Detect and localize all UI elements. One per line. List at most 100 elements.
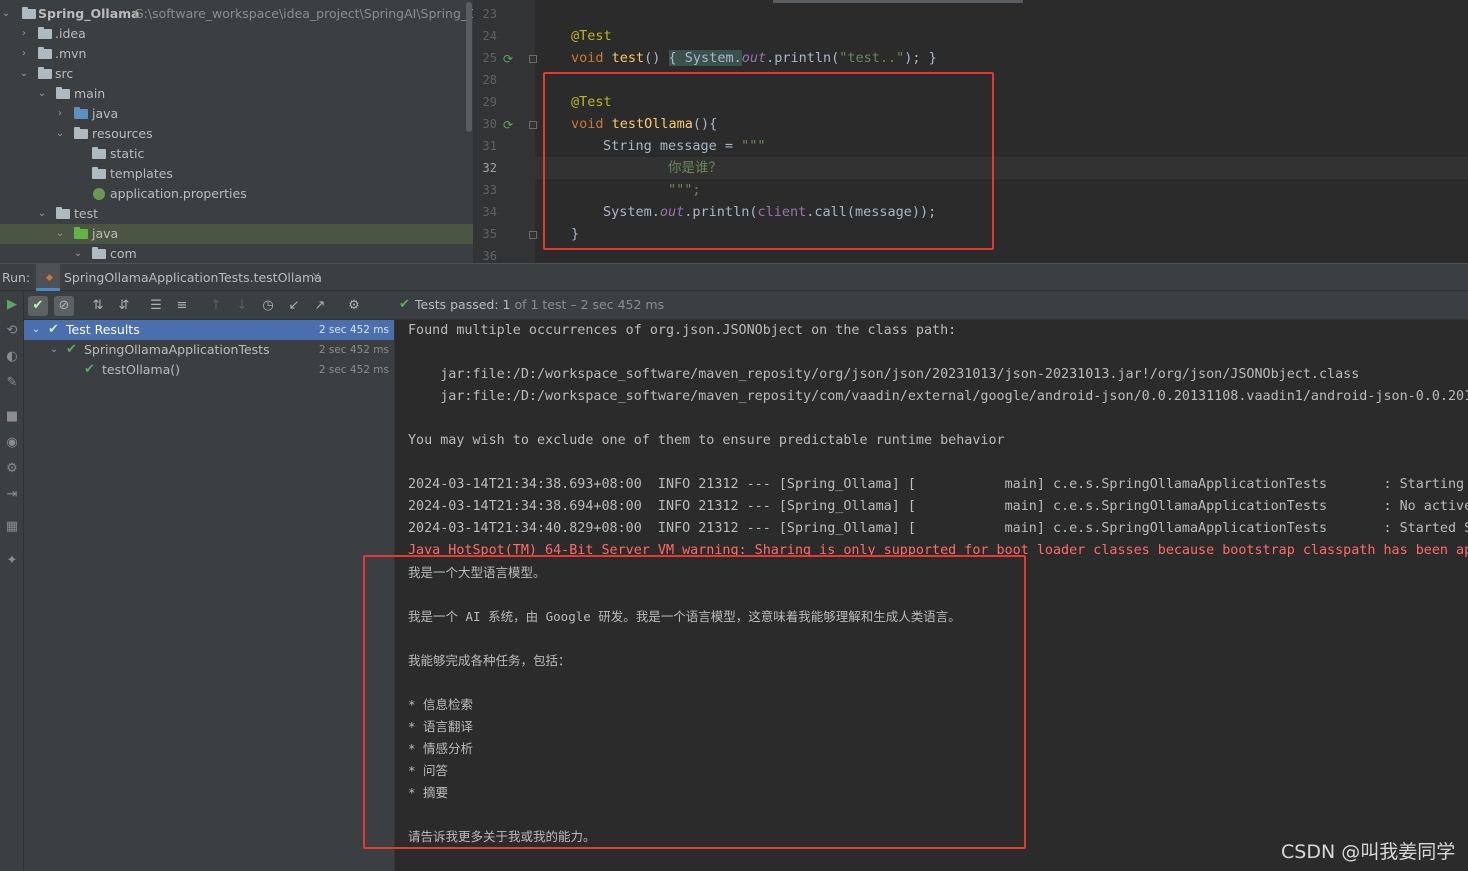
tree-item-com[interactable]: ⌄ com: [0, 244, 473, 263]
chevron-down-icon[interactable]: ⌄: [54, 224, 66, 244]
status-detail: of 1 test – 2 sec 452 ms: [510, 297, 665, 312]
test-status-text: Tests passed: 1 of 1 test – 2 sec 452 ms: [415, 297, 664, 312]
chevron-down-icon[interactable]: ⌄: [30, 320, 42, 340]
tree-item-test-java[interactable]: ⌄ java: [0, 224, 473, 244]
sort-duration-icon[interactable]: ⇵: [114, 296, 134, 316]
fold-icon[interactable]: [529, 121, 537, 129]
run-config-icon: ◆: [46, 273, 53, 283]
tree-item-resources[interactable]: ⌄ resources: [0, 124, 473, 144]
run-label: Run:: [2, 270, 31, 285]
test-node-class[interactable]: ⌄ ✔ SpringOllamaApplicationTests 2 sec 4…: [24, 340, 394, 360]
tree-item-src[interactable]: ⌄ src: [0, 64, 473, 84]
rerun-failed-icon[interactable]: ⟲: [4, 323, 20, 339]
project-tree-panel: ⌄ Spring_Ollama G:\software_workspace\id…: [0, 0, 473, 263]
tree-item-test[interactable]: ⌄ test: [0, 204, 473, 224]
folder-icon: [92, 147, 106, 159]
console-line: You may wish to exclude one of them to e…: [408, 433, 1005, 448]
code-editor[interactable]: 23 24 25 28 29 30 31 32 33 34 35 36 ⟳ ⟳ …: [473, 0, 1468, 263]
folder-icon: [92, 167, 106, 179]
line-number: 32: [482, 161, 497, 175]
collapse-all-icon[interactable]: ≡: [172, 296, 192, 316]
editor-scroll-indicator: [773, 0, 1023, 3]
console-line: Found multiple occurrences of org.json.J…: [408, 323, 957, 338]
exit-icon[interactable]: ⇥: [4, 487, 20, 503]
camera-icon[interactable]: ◉: [4, 435, 20, 451]
resources-folder-icon: [74, 127, 88, 139]
run-tab[interactable]: ◆ SpringOllamaApplicationTests.testOllam…: [36, 264, 322, 291]
layout-icon[interactable]: ▦: [4, 519, 20, 535]
next-failed-icon[interactable]: ↓: [232, 296, 252, 316]
wrench-icon[interactable]: ✎: [4, 375, 20, 391]
test-history-icon[interactable]: ◷: [258, 296, 278, 316]
chevron-down-icon[interactable]: ⌄: [36, 84, 48, 104]
passed-check-icon: ✔: [399, 297, 410, 312]
tree-item-idea[interactable]: › .idea: [0, 24, 473, 44]
rerun-icon[interactable]: ▶: [4, 297, 20, 313]
passed-check-icon: ✔: [84, 362, 95, 377]
previous-failed-icon[interactable]: ↑: [206, 296, 226, 316]
tree-item-main-java[interactable]: › java: [0, 104, 473, 124]
line-number: 24: [482, 29, 497, 43]
line-number: 23: [482, 7, 497, 21]
tree-item-label: com: [110, 246, 137, 261]
test-node-label: Test Results: [66, 322, 140, 337]
close-icon[interactable]: ×: [311, 269, 321, 283]
pin-icon[interactable]: ✦: [4, 553, 20, 569]
tree-item-templates[interactable]: templates: [0, 164, 473, 184]
chevron-down-icon[interactable]: ⌄: [54, 124, 66, 144]
import-tests-icon[interactable]: ↙: [284, 296, 304, 316]
expand-all-icon[interactable]: ☰: [146, 296, 166, 316]
run-test-gutter-icon[interactable]: ⟳: [503, 119, 513, 131]
tree-item-root[interactable]: ⌄ Spring_Ollama G:\software_workspace\id…: [0, 4, 473, 24]
status-prefix: Tests passed:: [415, 297, 503, 312]
method-name: test: [611, 50, 645, 66]
tree-item-label: java: [92, 106, 119, 121]
line-number: 35: [482, 227, 497, 241]
static-field: out: [741, 50, 767, 66]
fold-icon[interactable]: [529, 55, 537, 63]
run-tool-window-header: Run: ◆ SpringOllamaApplicationTests.test…: [0, 263, 1468, 291]
tree-item-label: templates: [110, 166, 173, 181]
chevron-right-icon[interactable]: ›: [54, 104, 66, 124]
run-test-gutter-icon[interactable]: ⟳: [503, 53, 513, 65]
code-text: ); }: [904, 50, 937, 66]
folder-icon: [38, 67, 52, 79]
test-node-results[interactable]: ⌄ ✔ Test Results 2 sec 452 ms: [24, 320, 394, 340]
show-ignored-icon[interactable]: ⊘: [54, 296, 74, 316]
chevron-down-icon[interactable]: ⌄: [36, 204, 48, 224]
chevron-down-icon[interactable]: ⌄: [72, 244, 84, 263]
code-line-25: void test() { System.out.println("test..…: [571, 47, 937, 69]
sort-alpha-icon[interactable]: ⇅: [88, 296, 108, 316]
export-tests-icon[interactable]: ↗: [310, 296, 330, 316]
chevron-down-icon[interactable]: ⌄: [0, 4, 12, 24]
folder-icon: [22, 7, 36, 19]
run-tab-title: SpringOllamaApplicationTests.testOllama: [64, 270, 322, 285]
code-text: (): [644, 50, 669, 66]
chevron-down-icon[interactable]: ⌄: [18, 64, 30, 84]
chevron-right-icon[interactable]: ›: [18, 44, 30, 64]
string-literal: "test..": [839, 50, 905, 66]
tree-item-mvn[interactable]: › .mvn: [0, 44, 473, 64]
test-node-method[interactable]: ✔ testOllama() 2 sec 452 ms: [24, 360, 394, 380]
toggle-auto-test-icon[interactable]: ◐: [4, 349, 20, 365]
fold-icon[interactable]: [529, 231, 537, 239]
console-line: 2024-03-14T21:34:38.693+08:00 INFO 21312…: [408, 477, 1468, 492]
stop-icon[interactable]: ■: [4, 409, 20, 425]
tree-item-static[interactable]: static: [0, 144, 473, 164]
chevron-down-icon[interactable]: ⌄: [48, 340, 60, 360]
gear-icon[interactable]: ⚙: [4, 461, 20, 477]
tree-item-label: .mvn: [55, 46, 87, 61]
tree-scrollbar[interactable]: [466, 2, 472, 132]
tree-item-label: static: [110, 146, 145, 161]
chevron-right-icon[interactable]: ›: [18, 24, 30, 44]
show-passed-icon[interactable]: ✔: [28, 296, 48, 316]
source-folder-icon: [74, 107, 88, 119]
tree-item-main[interactable]: ⌄ main: [0, 84, 473, 104]
console-line: 2024-03-14T21:34:40.829+08:00 INFO 21312…: [408, 521, 1468, 536]
passed-check-icon: ✔: [66, 342, 77, 357]
test-results-tree: ⌄ ✔ Test Results 2 sec 452 ms ⌄ ✔ Spring…: [24, 320, 394, 871]
test-node-label: SpringOllamaApplicationTests: [84, 342, 270, 357]
gear-icon[interactable]: ⚙: [344, 296, 364, 316]
package-icon: [92, 247, 106, 259]
tree-item-application-properties[interactable]: application.properties: [0, 184, 473, 204]
